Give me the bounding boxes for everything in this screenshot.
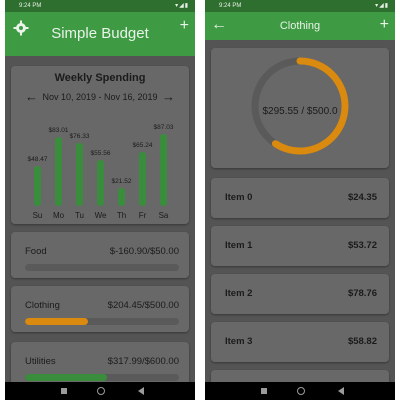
bar-day-label: Fr: [138, 211, 147, 220]
bar-column-we: $55.56 We: [90, 110, 111, 220]
item-amount: $58.82: [347, 336, 377, 347]
add-button[interactable]: +: [180, 18, 189, 34]
list-item[interactable]: Item 0 $24.35: [211, 178, 389, 218]
main-content: Weekly Spending ← Nov 10, 2019 - Nov 16,…: [5, 56, 195, 388]
add-item-button[interactable]: +: [380, 17, 389, 33]
bar-day-label: We: [94, 211, 107, 220]
item-name: Item 1: [225, 240, 253, 251]
donut-label: $295.55 / $500.0: [262, 106, 338, 117]
bar-su: [34, 166, 41, 206]
recent-apps-icon[interactable]: [261, 388, 267, 394]
bar-column-tu: $76.33 Tu: [69, 110, 90, 220]
weekly-bar-chart: $48.47 Su $83.01 Mo $76.33 Tu $55.56 We $21.52 Th…: [27, 110, 175, 220]
category-name: Clothing: [25, 300, 60, 311]
app-bar: ← Clothing +: [205, 12, 395, 40]
item-name: Item 3: [225, 336, 253, 347]
item-amount: $78.76: [347, 288, 377, 299]
android-nav-bar: [5, 382, 195, 400]
category-name: Food: [25, 246, 47, 257]
weekly-title: Weekly Spending: [54, 72, 146, 84]
bar-mo: [55, 137, 62, 206]
bar-day-label: Mo: [52, 211, 65, 220]
category-progress-track: [25, 374, 179, 381]
status-icons: ▾◢▮: [375, 3, 389, 9]
category-detail-screen: 9:24 PM ▾◢▮ ← Clothing + $295.55 / $500.…: [205, 0, 395, 400]
weekly-spending-card: Weekly Spending ← Nov 10, 2019 - Nov 16,…: [11, 66, 189, 224]
back-icon[interactable]: [138, 387, 144, 395]
category-amount: $317.99/$600.00: [107, 356, 179, 367]
item-name: Item 2: [225, 288, 253, 299]
home-icon[interactable]: [297, 387, 305, 395]
bar-th: [118, 188, 125, 206]
list-item[interactable]: Item 3 $58.82: [211, 322, 389, 362]
back-icon[interactable]: [338, 387, 344, 395]
category-title: Clothing: [279, 20, 321, 32]
android-nav-bar: [205, 382, 395, 400]
bar-day-label: Tu: [74, 211, 85, 220]
category-amount: $204.45/$500.00: [107, 300, 179, 311]
bar-day-label: Sa: [158, 211, 169, 220]
item-name: Item 0: [225, 192, 253, 203]
detail-content: $295.55 / $500.0 Item 0 $24.35 Item 1 $5…: [205, 40, 395, 390]
bar-we: [97, 160, 104, 206]
list-item[interactable]: Item 1 $53.72: [211, 226, 389, 266]
bar-tu: [76, 143, 83, 206]
main-screen: 9:24 PM ▾◢▮ Simple Budget + Weekly Spend…: [5, 0, 195, 400]
budget-donut-card: $295.55 / $500.0: [211, 48, 389, 168]
category-name: Utilities: [25, 356, 56, 367]
home-icon[interactable]: [97, 387, 105, 395]
item-amount: $53.72: [347, 240, 377, 251]
app-title: Simple Budget: [51, 25, 149, 42]
bar-sa: [160, 134, 167, 206]
category-card-clothing[interactable]: Clothing $204.45/$500.00: [11, 286, 189, 332]
status-icons: ▾◢▮: [175, 3, 189, 9]
recent-apps-icon[interactable]: [61, 388, 67, 394]
status-bar: 9:24 PM ▾◢▮: [5, 0, 195, 12]
bar-day-label: Th: [116, 211, 127, 220]
bar-value-label: $87.03: [153, 124, 174, 131]
item-amount: $24.35: [347, 192, 377, 203]
status-time: 9:24 PM: [219, 3, 242, 9]
arrow-right-icon[interactable]: →: [162, 89, 175, 104]
list-item[interactable]: Item 2 $78.76: [211, 274, 389, 314]
category-progress-track: [25, 318, 179, 325]
app-bar: Simple Budget +: [5, 12, 195, 56]
category-amount: $-160.90/$50.00: [109, 246, 179, 257]
category-progress-fill: [25, 374, 107, 381]
category-progress-track: [25, 264, 179, 271]
category-card-food[interactable]: Food $-160.90/$50.00: [11, 232, 189, 278]
status-time: 9:24 PM: [19, 3, 42, 9]
bar-column-sa: $87.03 Sa: [153, 110, 174, 220]
bar-column-th: $21.52 Th: [111, 110, 132, 220]
bar-day-label: Su: [32, 211, 43, 220]
status-bar: 9:24 PM ▾◢▮: [205, 0, 395, 12]
category-progress-fill: [25, 318, 89, 325]
bar-column-mo: $83.01 Mo: [48, 110, 69, 220]
bar-fr: [139, 152, 146, 206]
